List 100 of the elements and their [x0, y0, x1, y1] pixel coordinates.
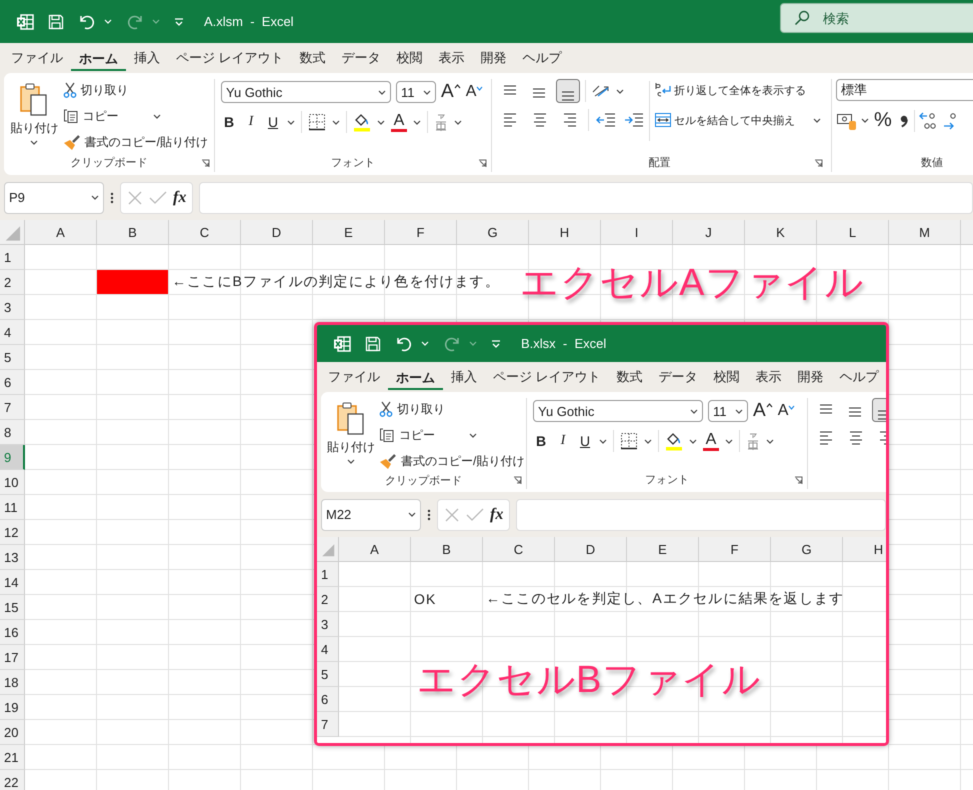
- format-painter-button[interactable]: 書式のコピー/貼り付け: [62, 131, 208, 153]
- row-header[interactable]: 1: [317, 562, 339, 587]
- menu-tab[interactable]: ファイル: [320, 364, 388, 390]
- column-header[interactable]: I: [601, 220, 673, 244]
- menu-tab[interactable]: ページ レイアウト: [168, 45, 292, 71]
- underline-button[interactable]: U: [577, 433, 593, 449]
- column-header[interactable]: C: [169, 220, 241, 244]
- menu-tab[interactable]: ページ レイアウト: [485, 364, 609, 390]
- menu-tab[interactable]: ホーム: [71, 46, 126, 70]
- percent-style-button[interactable]: %: [874, 109, 892, 132]
- menu-tab[interactable]: 校閲: [706, 364, 748, 390]
- decrease-font-size-button[interactable]: A: [778, 402, 796, 420]
- font-color-button[interactable]: A: [703, 431, 719, 451]
- row-header[interactable]: 4: [0, 320, 25, 345]
- column-header[interactable]: G: [457, 220, 529, 244]
- menu-tab[interactable]: 数式: [608, 364, 651, 390]
- column-header[interactable]: A: [25, 220, 97, 244]
- column-header[interactable]: H: [529, 220, 601, 244]
- cut-button[interactable]: 切り取り: [62, 79, 208, 101]
- row-header[interactable]: 16: [0, 620, 25, 645]
- name-box[interactable]: M22: [321, 498, 421, 530]
- column-header[interactable]: J: [673, 220, 745, 244]
- row-header[interactable]: 7: [317, 712, 339, 737]
- row-header[interactable]: 11: [0, 495, 25, 520]
- row-header[interactable]: 20: [0, 720, 25, 745]
- row-header[interactable]: 12: [0, 520, 25, 545]
- number-format-dropdown[interactable]: 標準: [836, 79, 973, 101]
- format-painter-button[interactable]: 書式のコピー/貼り付け: [379, 450, 524, 472]
- column-header[interactable]: B: [97, 220, 169, 244]
- row-header[interactable]: 22: [0, 770, 25, 790]
- column-header[interactable]: F: [699, 537, 771, 561]
- row-header[interactable]: 3: [0, 295, 25, 320]
- merge-center-button[interactable]: セルを結合して中央揃え: [654, 109, 821, 131]
- row-header[interactable]: 18: [0, 670, 25, 695]
- column-header[interactable]: H: [843, 537, 886, 561]
- menu-tab[interactable]: 挿入: [126, 45, 168, 71]
- menu-tab[interactable]: ホーム: [388, 364, 443, 390]
- wrap-text-button[interactable]: 折り返して全体を表示する: [654, 79, 821, 101]
- row-header[interactable]: 17: [0, 645, 25, 670]
- menu-tab[interactable]: 表示: [748, 364, 790, 390]
- paste-button[interactable]: 貼り付け: [10, 79, 59, 153]
- underline-button[interactable]: U: [265, 114, 281, 130]
- row-header[interactable]: 5: [0, 345, 25, 370]
- column-header[interactable]: A: [339, 537, 411, 561]
- italic-button[interactable]: I: [555, 433, 571, 449]
- font-name-dropdown[interactable]: Yu Gothic: [533, 400, 703, 422]
- bold-button[interactable]: B: [533, 433, 549, 449]
- column-header[interactable]: C: [483, 537, 555, 561]
- increase-font-size-button[interactable]: A: [753, 400, 773, 422]
- italic-button[interactable]: I: [243, 114, 259, 130]
- row-header[interactable]: 2: [317, 587, 339, 612]
- increase-font-size-button[interactable]: A: [441, 81, 461, 103]
- menu-tab[interactable]: 開発: [472, 45, 515, 71]
- font-name-dropdown[interactable]: Yu Gothic: [221, 81, 391, 103]
- search-field[interactable]: 検索: [780, 3, 973, 33]
- row-header[interactable]: 2: [0, 270, 25, 295]
- row-header[interactable]: 4: [317, 637, 339, 662]
- menu-tab[interactable]: 数式: [292, 45, 334, 71]
- row-header[interactable]: 14: [0, 570, 25, 595]
- column-header[interactable]: K: [745, 220, 817, 244]
- row-header[interactable]: 3: [317, 612, 339, 637]
- row-header[interactable]: 1: [0, 245, 25, 270]
- column-header[interactable]: D: [555, 537, 627, 561]
- bold-button[interactable]: B: [221, 114, 237, 130]
- menu-tab[interactable]: ファイル: [3, 45, 71, 71]
- font-size-dropdown[interactable]: 11: [396, 81, 436, 103]
- menu-tab[interactable]: ヘルプ: [514, 45, 570, 71]
- column-header[interactable]: B: [411, 537, 483, 561]
- menu-tab[interactable]: ヘルプ: [832, 364, 886, 390]
- menu-tab[interactable]: 表示: [430, 45, 473, 71]
- row-header[interactable]: 15: [0, 595, 25, 620]
- menu-tab[interactable]: 校閲: [388, 45, 431, 71]
- copy-button[interactable]: コピー: [62, 105, 208, 127]
- column-header[interactable]: F: [385, 220, 457, 244]
- insert-function-button[interactable]: fx: [173, 188, 186, 206]
- column-header[interactable]: M: [889, 220, 961, 244]
- row-header[interactable]: 10: [0, 470, 25, 495]
- column-header[interactable]: G: [771, 537, 843, 561]
- row-header[interactable]: 8: [0, 420, 25, 445]
- row-header[interactable]: 6: [0, 370, 25, 395]
- menu-tab[interactable]: データ: [650, 364, 706, 390]
- insert-function-button[interactable]: fx: [490, 506, 504, 524]
- column-header[interactable]: E: [627, 537, 699, 561]
- paste-button[interactable]: 貼り付け: [327, 398, 375, 472]
- row-header[interactable]: 21: [0, 745, 25, 770]
- menu-tab[interactable]: データ: [334, 45, 389, 71]
- copy-button[interactable]: コピー: [379, 424, 524, 446]
- column-header[interactable]: E: [313, 220, 385, 244]
- row-header[interactable]: 13: [0, 545, 25, 570]
- menu-tab[interactable]: 開発: [790, 364, 832, 390]
- font-size-dropdown[interactable]: 11: [708, 400, 748, 422]
- column-header[interactable]: L: [817, 220, 889, 244]
- cut-button[interactable]: 切り取り: [379, 398, 524, 420]
- row-header[interactable]: 6: [317, 687, 339, 712]
- row-header[interactable]: 5: [317, 662, 339, 687]
- font-color-button[interactable]: A: [391, 112, 407, 132]
- menu-tab[interactable]: 挿入: [443, 364, 485, 390]
- row-header[interactable]: 19: [0, 695, 25, 720]
- column-header[interactable]: D: [241, 220, 313, 244]
- decrease-font-size-button[interactable]: A: [466, 83, 484, 101]
